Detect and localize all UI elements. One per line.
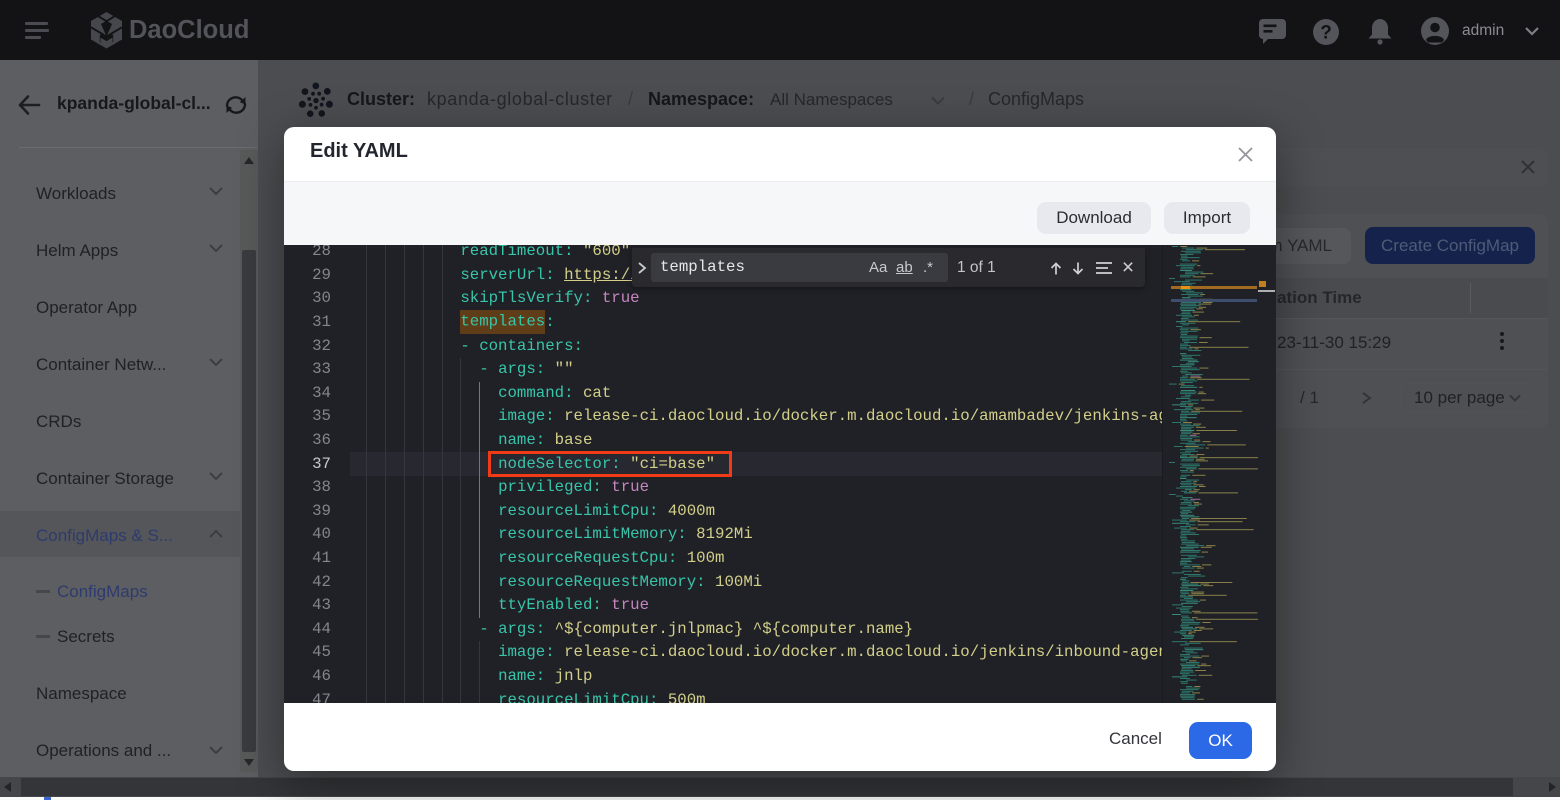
svg-text:?: ? (1320, 23, 1332, 44)
